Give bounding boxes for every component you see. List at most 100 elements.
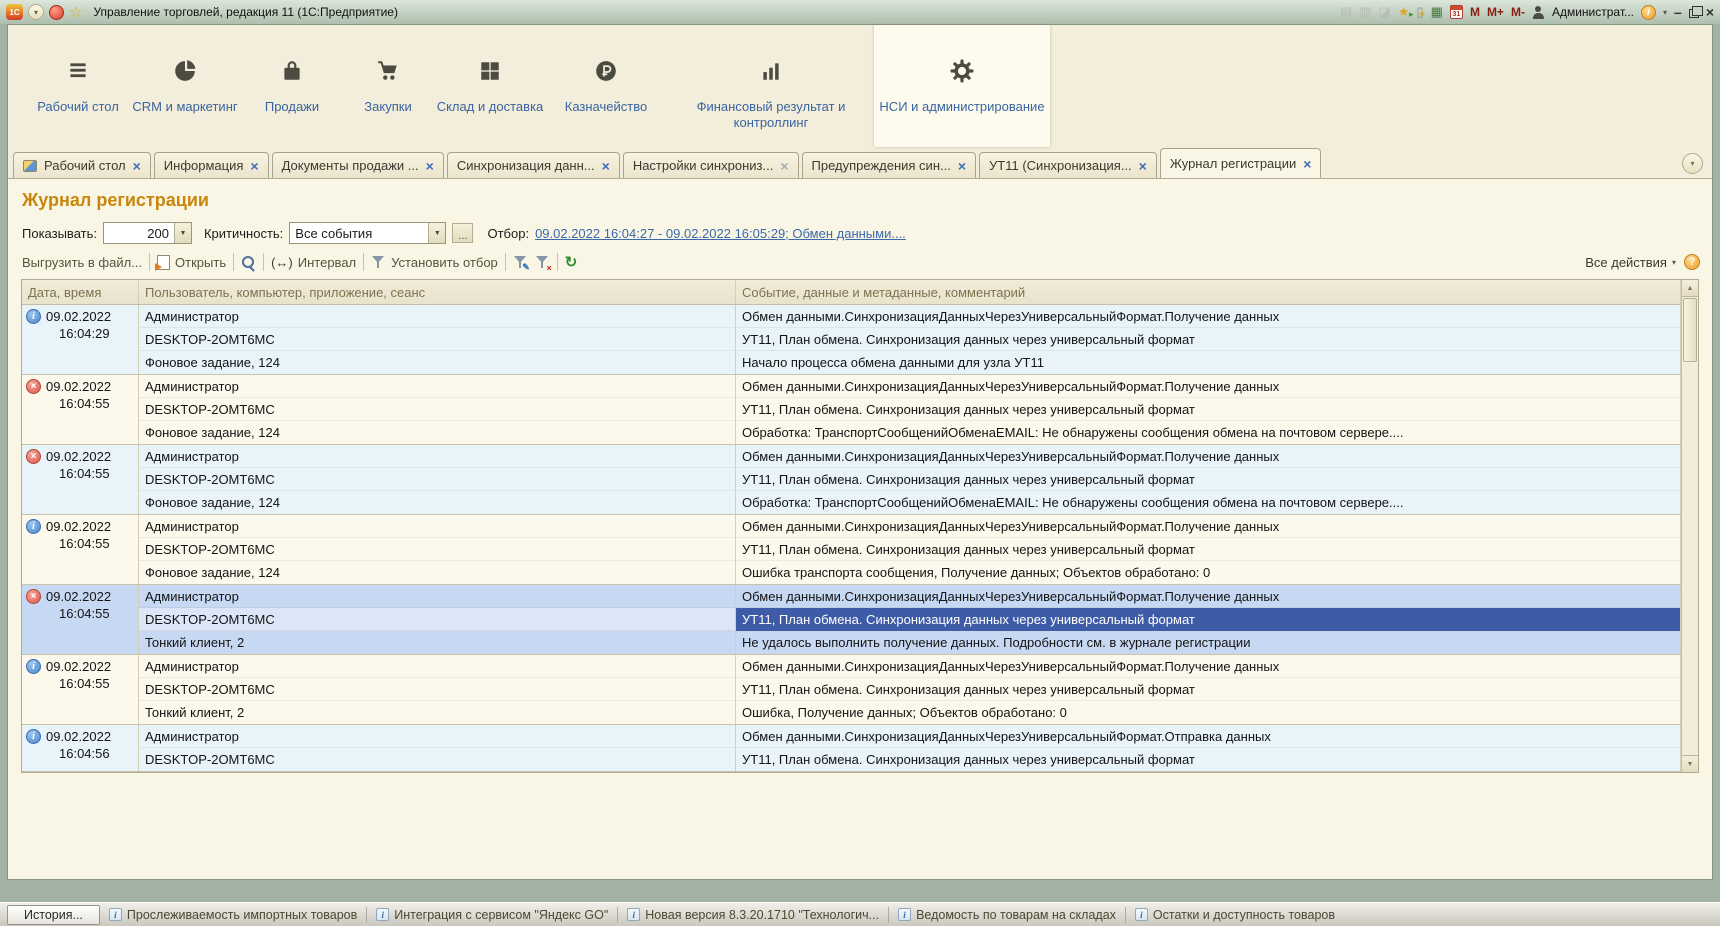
event-line[interactable]: Обмен данными.СинхронизацияДанныхЧерезУн… <box>736 515 1680 538</box>
ribbon-section-menu[interactable]: Рабочий стол <box>30 25 126 147</box>
user-line[interactable]: Фоновое задание, 124 <box>139 421 735 444</box>
table-row[interactable]: ×09.02.202216:04:55АдминистраторDESKTOP-… <box>22 375 1681 445</box>
print-icon[interactable]: ▥ <box>1359 5 1371 19</box>
tab-8[interactable]: Журнал регистрации× <box>1160 148 1322 178</box>
user-line[interactable]: Тонкий клиент, 2 <box>139 631 735 654</box>
preview-icon[interactable]: ◪ <box>1379 5 1391 19</box>
user-cell[interactable]: АдминистраторDESKTOP-2OMT6MCФоновое зада… <box>139 445 736 514</box>
notification-link[interactable]: iПрослеживаемость импортных товаров <box>109 908 357 922</box>
event-line[interactable]: Обмен данными.СинхронизацияДанныхЧерезУн… <box>736 445 1680 468</box>
severity-more-button[interactable]: ... <box>452 223 473 243</box>
1c-logo-icon[interactable]: 1С <box>6 4 23 20</box>
memory-m-button[interactable]: M <box>1470 5 1480 19</box>
event-cell[interactable]: Обмен данными.СинхронизацияДанныхЧерезУн… <box>736 445 1681 514</box>
event-cell[interactable]: Обмен данными.СинхронизацияДанныхЧерезУн… <box>736 585 1681 654</box>
date-cell[interactable]: i09.02.202216:04:29 <box>22 305 139 374</box>
user-line[interactable]: DESKTOP-2OMT6MC <box>139 608 735 631</box>
user-line[interactable]: DESKTOP-2OMT6MC <box>139 748 735 771</box>
event-cell[interactable]: Обмен данными.СинхронизацияДанныхЧерезУн… <box>736 375 1681 444</box>
tab-close-icon[interactable]: × <box>602 159 610 173</box>
event-line[interactable]: Ошибка, Получение данных; Объектов обраб… <box>736 701 1680 724</box>
table-row[interactable]: i09.02.202216:04:55АдминистраторDESKTOP-… <box>22 655 1681 725</box>
search-button[interactable] <box>241 255 256 270</box>
tab-overflow-button[interactable]: ▾ <box>1682 153 1703 174</box>
scroll-thumb[interactable] <box>1683 298 1697 362</box>
user-line[interactable]: Фоновое задание, 124 <box>139 491 735 514</box>
event-line[interactable]: Обработка: ТранспортСообщенийОбменаEMAIL… <box>736 491 1680 514</box>
event-line[interactable]: УТ11, План обмена. Синхронизация данных … <box>736 328 1680 351</box>
notification-link[interactable]: iОстатки и доступность товаров <box>1135 908 1335 922</box>
date-cell[interactable]: ×09.02.202216:04:55 <box>22 445 139 514</box>
event-cell[interactable]: Обмен данными.СинхронизацияДанныхЧерезУн… <box>736 655 1681 724</box>
tab-6[interactable]: Предупреждения син...× <box>802 152 977 178</box>
main-menu-button[interactable]: ▾ <box>28 4 44 20</box>
table-row[interactable]: ×09.02.202216:04:55АдминистраторDESKTOP-… <box>22 445 1681 515</box>
tab-close-icon[interactable]: × <box>780 159 788 173</box>
favorites-list-icon[interactable]: ▯★ <box>1416 5 1423 19</box>
table-row[interactable]: ×09.02.202216:04:55АдминистраторDESKTOP-… <box>22 585 1681 655</box>
notification-link[interactable]: iИнтеграция с сервисом "Яндекс GO" <box>376 908 608 922</box>
event-line[interactable]: Ошибка транспорта сообщения, Получение д… <box>736 561 1680 584</box>
user-line[interactable]: Администратор <box>139 375 735 398</box>
filter-link[interactable]: 09.02.2022 16:04:27 - 09.02.2022 16:05:2… <box>535 226 906 241</box>
tab-4[interactable]: Синхронизация данн...× <box>447 152 620 178</box>
user-cell[interactable]: АдминистраторDESKTOP-2OMT6MC <box>139 725 736 771</box>
severity-field[interactable]: Все события ▼ <box>289 222 446 244</box>
tab-close-icon[interactable]: × <box>958 159 966 173</box>
event-line[interactable]: Обработка: ТранспортСообщенийОбменаEMAIL… <box>736 421 1680 444</box>
date-cell[interactable]: ×09.02.202216:04:55 <box>22 585 139 654</box>
column-event[interactable]: Событие, данные и метаданные, комментари… <box>736 280 1681 304</box>
minimize-button[interactable]: – <box>1674 5 1682 19</box>
tab-close-icon[interactable]: × <box>133 159 141 173</box>
tab-close-icon[interactable]: × <box>250 159 258 173</box>
event-line[interactable]: Обмен данными.СинхронизацияДанныхЧерезУн… <box>736 585 1680 608</box>
user-line[interactable]: Тонкий клиент, 2 <box>139 701 735 724</box>
column-user[interactable]: Пользователь, компьютер, приложение, сеа… <box>139 280 736 304</box>
event-line[interactable]: Обмен данными.СинхронизацияДанныхЧерезУн… <box>736 305 1680 328</box>
table-row[interactable]: i09.02.202216:04:56АдминистраторDESKTOP-… <box>22 725 1681 772</box>
user-cell[interactable]: АдминистраторDESKTOP-2OMT6MCФоновое зада… <box>139 375 736 444</box>
event-cell[interactable]: Обмен данными.СинхронизацияДанныхЧерезУн… <box>736 305 1681 374</box>
date-cell[interactable]: i09.02.202216:04:56 <box>22 725 139 771</box>
table-row[interactable]: i09.02.202216:04:29АдминистраторDESKTOP-… <box>22 305 1681 375</box>
restore-button[interactable] <box>1689 9 1699 18</box>
user-line[interactable]: DESKTOP-2OMT6MC <box>139 328 735 351</box>
table-row[interactable]: i09.02.202216:04:55АдминистраторDESKTOP-… <box>22 515 1681 585</box>
notification-link[interactable]: iВедомость по товарам на складах <box>898 908 1116 922</box>
event-line[interactable]: УТ11, План обмена. Синхронизация данных … <box>736 608 1680 631</box>
ribbon-section-bag[interactable]: Продажи <box>244 25 340 147</box>
memory-mplus-button[interactable]: M+ <box>1487 5 1504 19</box>
memory-mminus-button[interactable]: M- <box>1511 5 1525 19</box>
tab-2[interactable]: Информация× <box>154 152 269 178</box>
all-actions-button[interactable]: Все действия▾ <box>1585 255 1676 270</box>
scroll-up-button[interactable]: ▲ <box>1682 280 1698 297</box>
user-line[interactable]: Администратор <box>139 585 735 608</box>
tab-1[interactable]: Рабочий стол× <box>13 152 151 178</box>
column-date[interactable]: Дата, время <box>22 280 139 304</box>
date-cell[interactable]: i09.02.202216:04:55 <box>22 655 139 724</box>
calculator-icon[interactable]: ▦ <box>1431 5 1443 19</box>
scroll-down-button[interactable]: ▼ <box>1682 755 1698 772</box>
event-cell[interactable]: Обмен данными.СинхронизацияДанныхЧерезУн… <box>736 725 1681 771</box>
open-button[interactable]: Открыть <box>157 255 226 270</box>
event-line[interactable]: Обмен данными.СинхронизацияДанныхЧерезУн… <box>736 655 1680 678</box>
user-cell[interactable]: АдминистраторDESKTOP-2OMT6MCФоновое зада… <box>139 515 736 584</box>
user-line[interactable]: Администратор <box>139 445 735 468</box>
event-line[interactable]: УТ11, План обмена. Синхронизация данных … <box>736 538 1680 561</box>
notification-link[interactable]: iНовая версия 8.3.20.1710 "Технологич... <box>627 908 879 922</box>
chevron-down-icon[interactable]: ▾ <box>1663 8 1667 17</box>
user-cell[interactable]: АдминистраторDESKTOP-2OMT6MCТонкий клиен… <box>139 655 736 724</box>
calendar-icon[interactable]: 31 <box>1450 5 1463 19</box>
tab-5[interactable]: Настройки синхрониз...× <box>623 152 799 178</box>
event-line[interactable]: Обмен данными.СинхронизацияДанныхЧерезУн… <box>736 725 1680 748</box>
user-line[interactable]: DESKTOP-2OMT6MC <box>139 398 735 421</box>
show-count-field[interactable]: 200 ▼ <box>103 222 192 244</box>
date-cell[interactable]: i09.02.202216:04:55 <box>22 515 139 584</box>
export-button[interactable]: Выгрузить в файл... <box>22 255 142 270</box>
refresh-button[interactable]: ↻ <box>565 253 578 271</box>
tab-3[interactable]: Документы продажи ...× <box>272 152 444 178</box>
show-count-dropdown[interactable]: ▼ <box>174 223 191 243</box>
tab-close-icon[interactable]: × <box>1303 157 1311 171</box>
ribbon-section-gear[interactable]: НСИ и администрирование <box>874 25 1050 147</box>
vertical-scrollbar[interactable]: ▲ ▼ <box>1681 280 1698 772</box>
